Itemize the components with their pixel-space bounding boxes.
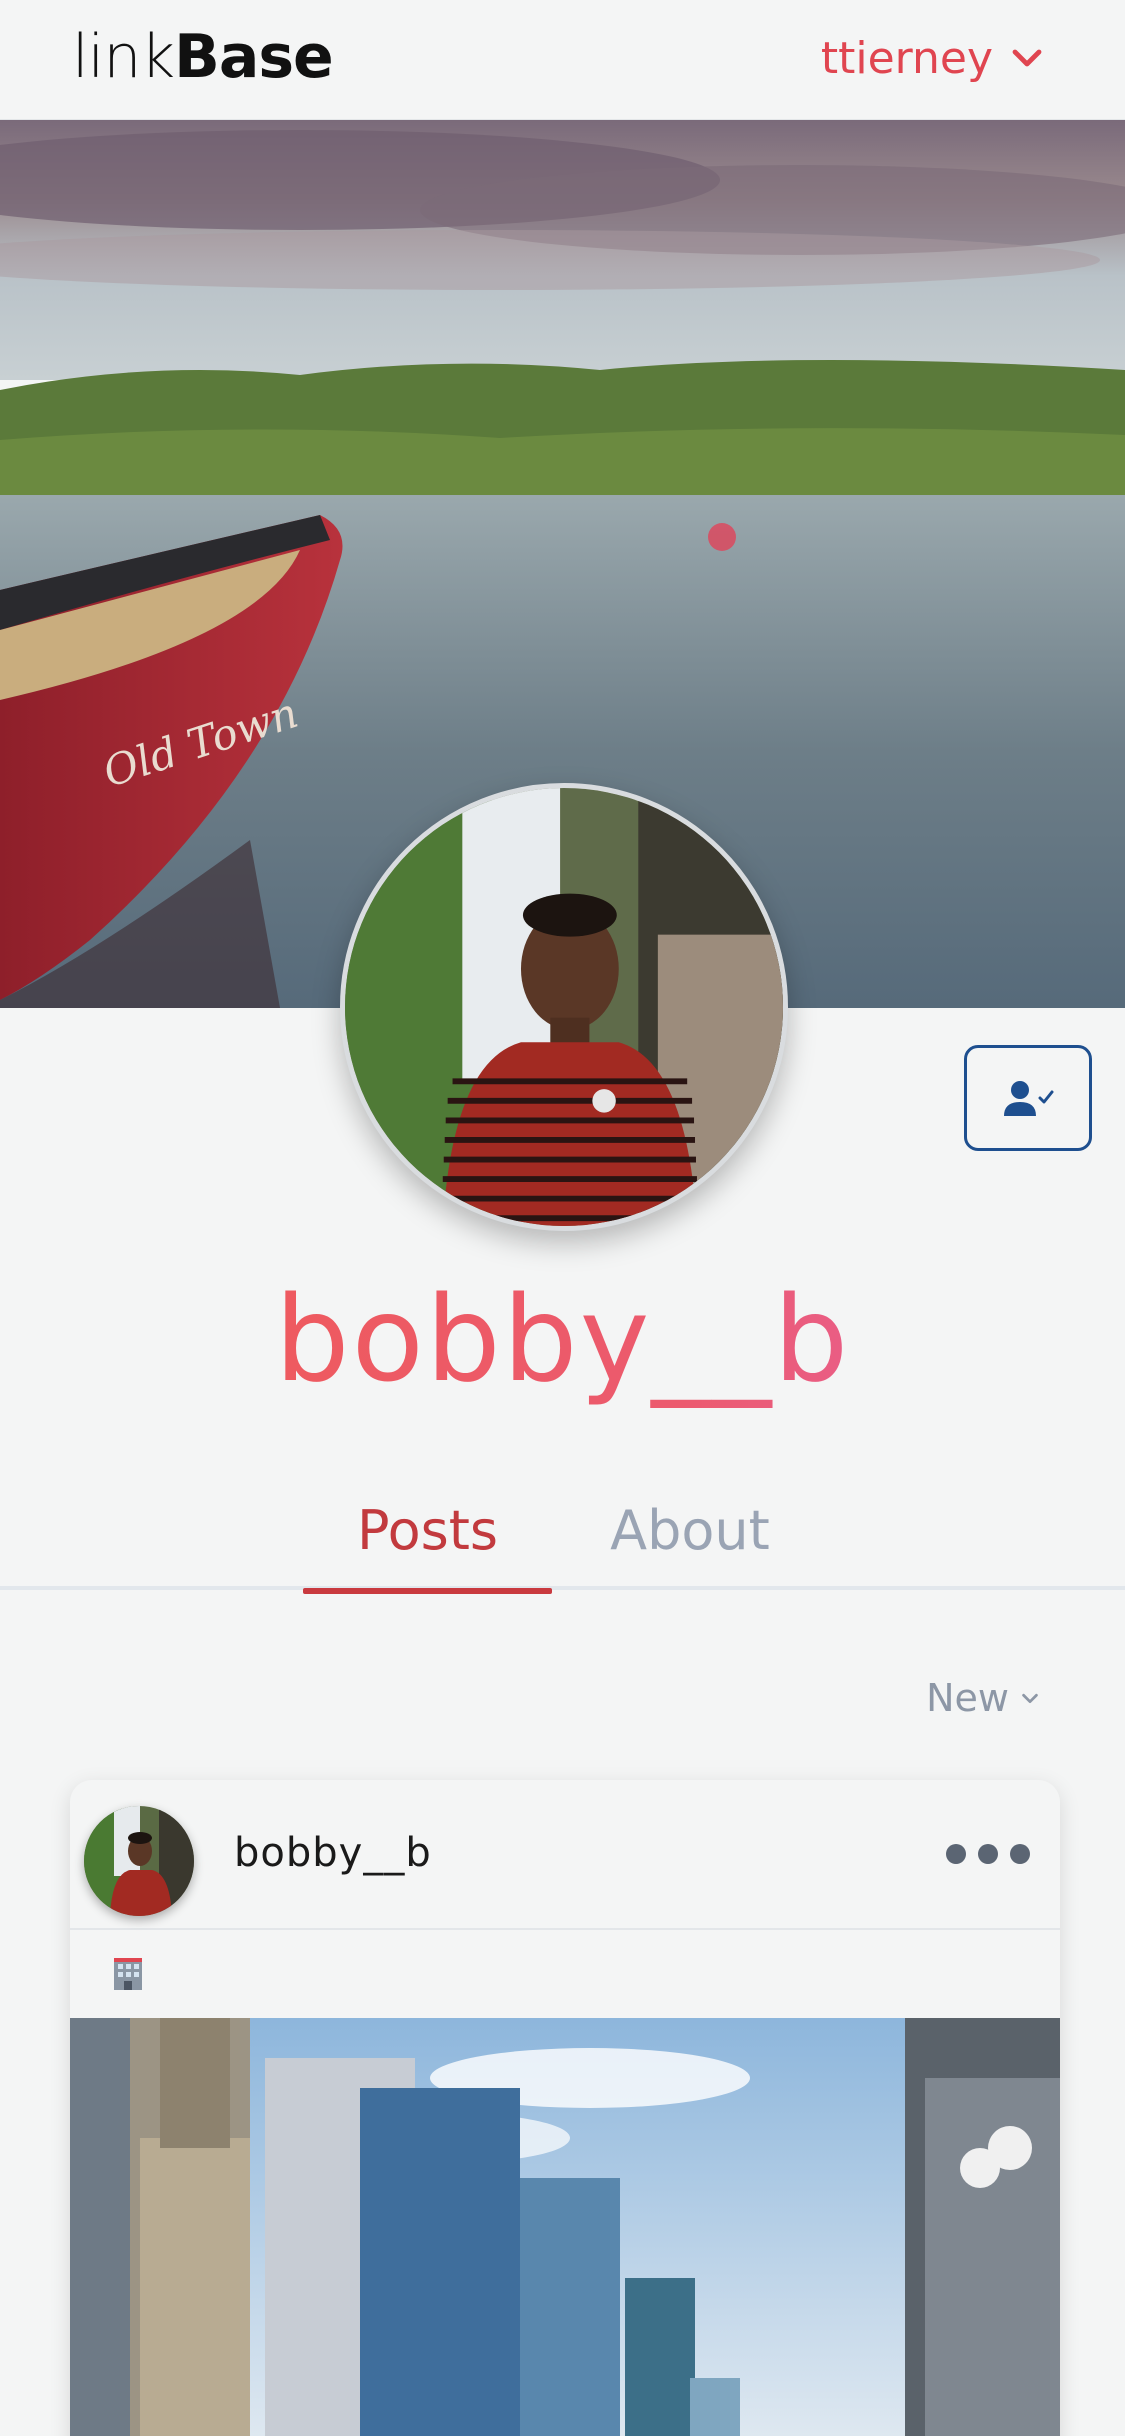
more-dot-1 <box>946 1844 966 1864</box>
current-username: ttierney <box>820 32 993 84</box>
following-button[interactable] <box>964 1045 1092 1151</box>
post-author-name[interactable]: bobby__b <box>234 1830 432 1876</box>
post-author-avatar[interactable] <box>84 1806 194 1916</box>
tab-posts[interactable]: Posts <box>303 1470 552 1594</box>
sort-dropdown[interactable]: New <box>926 1670 1041 1726</box>
user-check-icon <box>1004 1081 1054 1116</box>
logo-text-light: link <box>72 22 175 92</box>
more-dot-2 <box>978 1844 998 1864</box>
post-meta-row <box>70 1930 1060 2018</box>
post-image[interactable] <box>70 2018 1060 2436</box>
linkbase-logo[interactable]: linkBase <box>72 22 334 92</box>
sort-label: New <box>926 1676 1009 1720</box>
post-card: bobby__b <box>70 1780 1060 2436</box>
profile-tabs: Posts About <box>0 1470 1125 1594</box>
chevron-down-icon <box>1022 1693 1038 1704</box>
chevron-down-icon <box>1012 49 1042 67</box>
tab-about[interactable]: About <box>590 1470 790 1590</box>
more-dot-3 <box>1010 1844 1030 1864</box>
logo-text-bold: Base <box>174 22 334 92</box>
post-options-button[interactable] <box>946 1834 1030 1874</box>
profile-username: bobby__b <box>0 1270 1125 1408</box>
profile-avatar[interactable] <box>340 783 788 1231</box>
office-building-icon <box>114 1958 142 1990</box>
top-navigation-bar: linkBase ttierney <box>0 0 1125 120</box>
post-header: bobby__b <box>70 1780 1060 1930</box>
user-menu-button[interactable]: ttierney <box>821 28 1045 88</box>
